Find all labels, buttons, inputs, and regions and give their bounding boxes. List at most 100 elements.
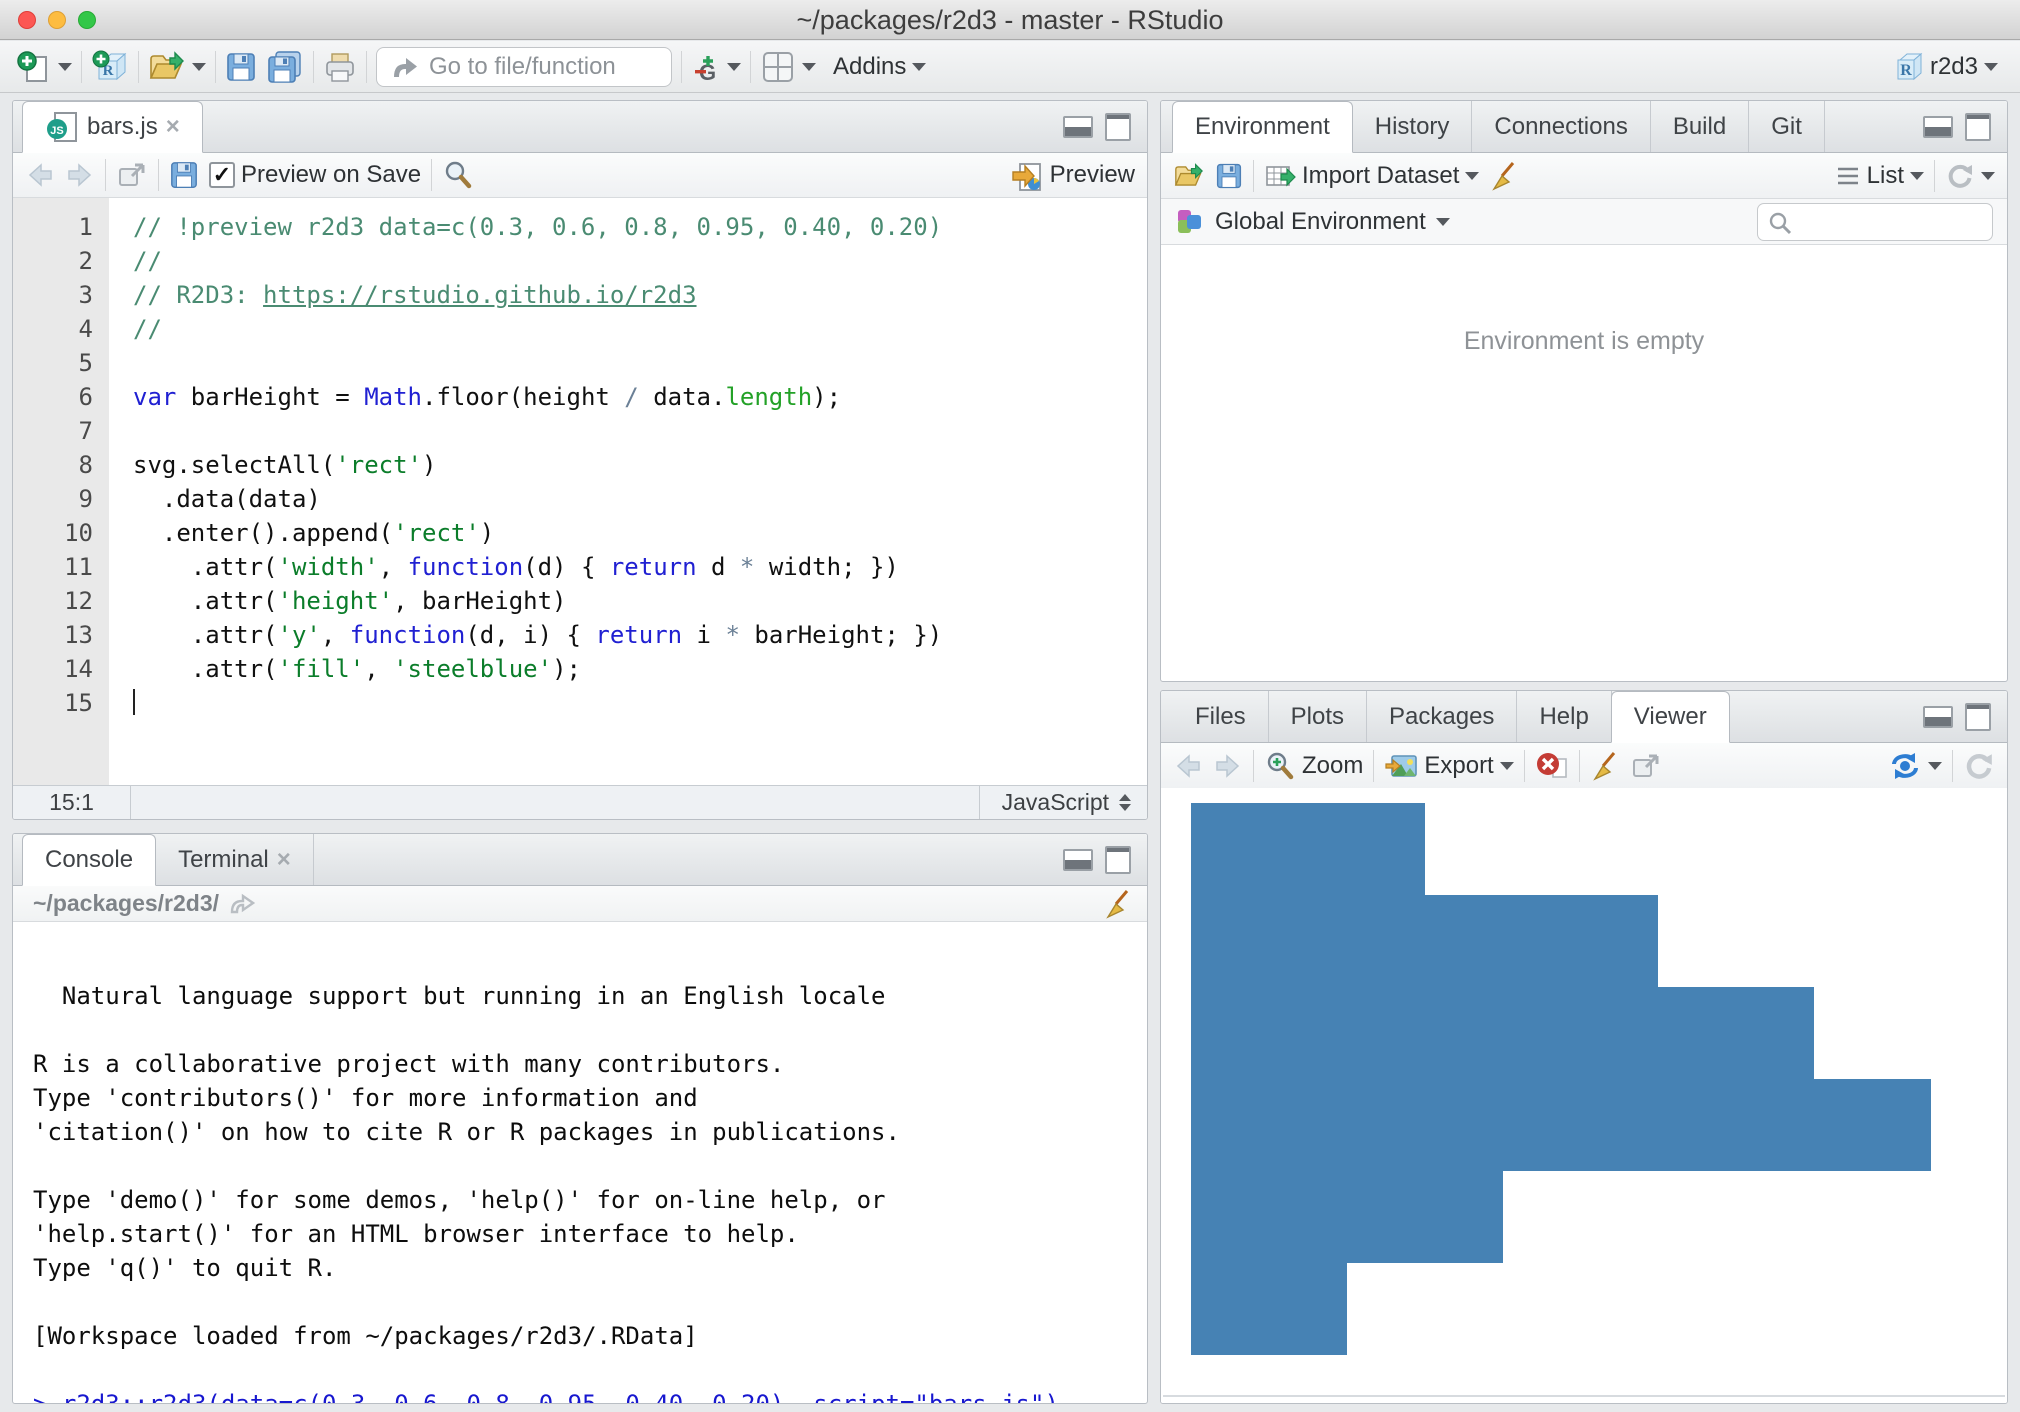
goto-file-input[interactable] <box>376 47 672 87</box>
viewer-content[interactable] <box>1161 788 2007 1403</box>
save-workspace-icon[interactable] <box>1215 162 1243 190</box>
minimize-pane-icon[interactable] <box>1063 849 1093 871</box>
print-button[interactable] <box>323 51 357 83</box>
code-line: svg.selectAll('rect') <box>133 448 1147 482</box>
code-token: // !preview r2d3 data=c(0.3, 0.6, 0.8, 0… <box>133 213 942 241</box>
maximize-pane-icon[interactable] <box>1105 113 1131 141</box>
console-output[interactable]: Natural language support but running in … <box>13 923 1147 1403</box>
import-dataset-button[interactable]: Import Dataset <box>1264 162 1479 190</box>
refresh-environment-button[interactable] <box>1945 161 1995 191</box>
export-button[interactable]: Export <box>1384 751 1513 781</box>
console-command-text: r2d3::r2d3(data=c(0.3, 0.6, 0.8, 0.95, 0… <box>62 1390 1059 1403</box>
print-icon <box>323 51 357 83</box>
goto-directory-icon[interactable] <box>229 892 255 916</box>
tab-console[interactable]: Console <box>22 834 156 886</box>
tab-build[interactable]: Build <box>1651 101 1749 152</box>
open-file-button[interactable] <box>148 50 206 84</box>
clear-viewer-broom-icon[interactable] <box>1590 750 1620 782</box>
code-token: / <box>624 383 638 411</box>
tab-viewer[interactable]: Viewer <box>1611 691 1730 743</box>
panes-grid-icon <box>760 50 796 84</box>
clear-environment-broom-icon[interactable] <box>1489 160 1519 192</box>
console-tab-bar: ConsoleTerminal× <box>13 834 1147 886</box>
sync-icon <box>1888 751 1922 781</box>
line-number: 9 <box>13 482 93 516</box>
import-dataset-label: Import Dataset <box>1302 162 1459 190</box>
save-icon <box>225 51 257 83</box>
console-line: Natural language support but running in … <box>33 979 1147 1013</box>
code-token: // <box>133 315 162 343</box>
workspace-panes-button[interactable] <box>760 50 816 84</box>
code-token: 'y' <box>278 621 321 649</box>
code-token: ); <box>812 383 841 411</box>
search-icon[interactable] <box>442 159 474 191</box>
maximize-pane-icon[interactable] <box>1965 703 1991 731</box>
new-file-button[interactable] <box>16 49 72 85</box>
tab-help[interactable]: Help <box>1517 691 1611 742</box>
git-icon: G <box>691 50 721 84</box>
export-caret-icon <box>1500 762 1514 770</box>
new-file-caret-icon <box>58 63 72 71</box>
load-workspace-folder-icon[interactable] <box>1173 162 1205 190</box>
tab-environment[interactable]: Environment <box>1172 101 1353 153</box>
code-line: // <box>133 244 1147 278</box>
tab-plots[interactable]: Plots <box>1269 691 1367 742</box>
sync-viewer-button[interactable] <box>1888 751 1942 781</box>
language-mode-selector[interactable]: JavaScript <box>979 786 1147 819</box>
console-line: Type 'demo()' for some demos, 'help()' f… <box>33 1183 1147 1217</box>
project-menu-button[interactable]: R r2d3 <box>1894 51 2004 83</box>
tab-git[interactable]: Git <box>1749 101 1825 152</box>
checkbox-checked-icon[interactable]: ✓ <box>209 162 235 188</box>
minimize-pane-icon[interactable] <box>1923 706 1953 728</box>
code-editor[interactable]: 123456789101112131415 // !preview r2d3 d… <box>13 198 1147 785</box>
tab-history[interactable]: History <box>1353 101 1473 152</box>
preview-on-save-toggle[interactable]: ✓ Preview on Save <box>209 161 421 189</box>
tab-packages[interactable]: Packages <box>1367 691 1517 742</box>
clear-console-broom-icon[interactable] <box>1103 888 1133 920</box>
version-control-button[interactable]: G <box>691 50 741 84</box>
line-number: 13 <box>13 618 93 652</box>
preview-button[interactable]: Preview <box>1010 158 1135 192</box>
popout-icon[interactable] <box>116 160 148 190</box>
bar-rect <box>1191 1263 1347 1355</box>
environment-empty-message: Environment is empty <box>1161 327 2007 356</box>
code-token: width; }) <box>754 553 899 581</box>
zoom-button[interactable]: Zoom <box>1264 750 1363 782</box>
refresh-icon[interactable] <box>1963 750 1995 782</box>
forward-icon[interactable] <box>65 161 95 189</box>
tab-close-icon[interactable]: × <box>277 846 291 874</box>
save-button[interactable] <box>225 51 257 83</box>
maximize-pane-icon[interactable] <box>1105 846 1131 874</box>
save-icon[interactable] <box>169 160 199 190</box>
maximize-pane-icon[interactable] <box>1965 113 1991 141</box>
back-icon[interactable] <box>25 161 55 189</box>
save-all-icon <box>266 50 304 84</box>
tab-terminal[interactable]: Terminal× <box>156 834 314 885</box>
line-number: 10 <box>13 516 93 550</box>
addins-button[interactable]: Addins <box>833 53 926 81</box>
tab-files[interactable]: Files <box>1173 691 1269 742</box>
tab-label: Connections <box>1494 113 1627 141</box>
back-icon[interactable] <box>1173 752 1203 780</box>
tab-bars-js[interactable]: JS bars.js × <box>22 101 203 153</box>
minimize-pane-icon[interactable] <box>1063 116 1093 138</box>
save-all-button[interactable] <box>266 50 304 84</box>
code-token: i <box>682 621 725 649</box>
code-line <box>133 414 1147 448</box>
environment-scope-caret-icon <box>1436 218 1450 226</box>
list-view-button[interactable]: List <box>1835 162 1924 190</box>
bar-rect <box>1191 1079 1931 1171</box>
new-project-button[interactable]: R <box>91 49 129 85</box>
workspace-panes-caret-icon <box>802 63 816 71</box>
popout-icon[interactable] <box>1630 751 1662 781</box>
console-line: 'help.start()' for an HTML browser inter… <box>33 1217 1147 1251</box>
tab-connections[interactable]: Connections <box>1472 101 1650 152</box>
code-token: 'steelblue' <box>393 655 552 683</box>
forward-icon[interactable] <box>1213 752 1243 780</box>
tab-close-icon[interactable]: × <box>166 113 180 141</box>
code-token: function <box>350 621 466 649</box>
remove-viewer-item-icon[interactable] <box>1535 751 1569 781</box>
code-token: // <box>133 247 162 275</box>
code-token: , <box>379 553 408 581</box>
minimize-pane-icon[interactable] <box>1923 116 1953 138</box>
